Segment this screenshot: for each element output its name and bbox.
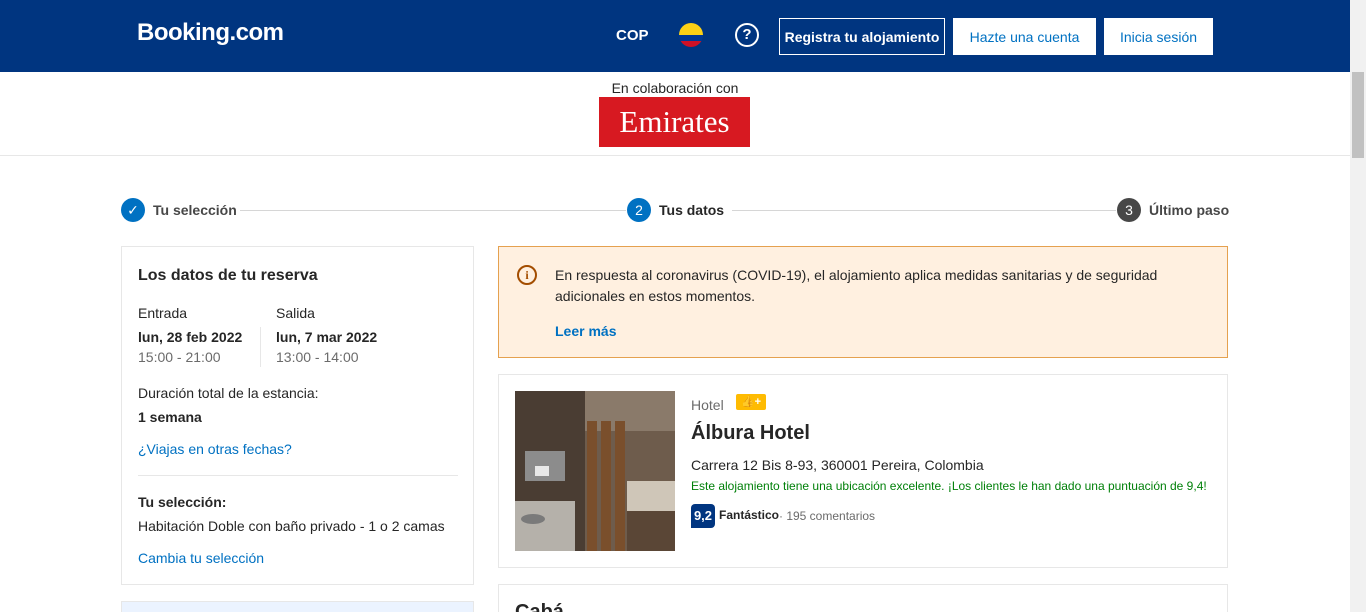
covid-notice: i En respuesta al coronavirus (COVID-19)… [498,246,1228,358]
price-summary-card [121,601,474,612]
section-divider [138,475,458,476]
change-selection-link[interactable]: Cambia tu selección [138,550,264,566]
partner-text: En colaboración con [611,80,739,96]
info-icon: i [517,265,537,285]
register-property-button[interactable]: Registra tu alojamiento [779,18,945,55]
review-score-badge: 9,2 [691,504,715,528]
step-1-check-icon: ✓ [121,198,145,222]
emirates-logo: Emirates [599,97,750,147]
hotel-photo [515,391,675,551]
booking-logo[interactable]: Booking.com [137,19,284,47]
review-count: · 195 comentarios [779,509,876,523]
read-more-link[interactable]: Leer más [555,323,616,339]
checkout-date: lun, 7 mar 2022 [276,329,378,345]
notice-text: En respuesta al coronavirus (COVID-19), … [555,267,1158,304]
location-rating-note: Este alojamiento tiene una ubicación exc… [691,479,1207,493]
duration-value: 1 semana [138,409,202,425]
login-button[interactable]: Inicia sesión [1104,18,1213,55]
hotel-address: Carrera 12 Bis 8-93, 360001 Pereira, Col… [691,457,984,473]
step-2-label: Tus datos [659,202,725,218]
step-3-label: Último paso [1149,202,1230,218]
checkin-label: Entrada [138,305,188,321]
help-icon[interactable]: ? [735,23,759,47]
review-score-word: Fantástico [719,508,780,522]
scrollbar-thumb[interactable] [1352,72,1364,158]
thumbs-up-icon[interactable]: 👍+ [736,394,766,410]
step-3-number: 3 [1117,198,1141,222]
hotel-name: Álbura Hotel [691,422,810,444]
top-navigation-bar: Booking.com COP ? Registra tu alojamient… [0,0,1350,72]
checkout-label: Salida [276,305,315,321]
create-account-button[interactable]: Hazte una cuenta [953,18,1096,55]
colombia-flag-icon[interactable] [679,23,703,47]
next-section-card: Cabá... [498,584,1228,612]
booking-details-title: Los datos de tu reserva [138,267,318,284]
checkout-time: 13:00 - 14:00 [276,349,359,365]
selection-label: Tu selección: [138,494,227,510]
hotel-summary-card: Hotel 👍+ Álbura Hotel Carrera 12 Bis 8-9… [498,374,1228,568]
step-connector [732,210,1116,211]
currency-selector[interactable]: COP [616,27,649,44]
other-dates-link[interactable]: ¿Viajas en otras fechas? [138,441,292,457]
booking-details-card: Los datos de tu reserva Entrada lun, 28 … [121,246,474,585]
selection-value: Habitación Doble con baño privado - 1 o … [138,518,445,534]
page-scrollbar[interactable] [1350,0,1366,612]
next-section-title: Cabá... [515,601,581,612]
step-1-label[interactable]: Tu selección [153,202,237,218]
step-connector [240,210,626,211]
property-type: Hotel [691,397,724,413]
duration-label: Duración total de la estancia: [138,385,319,401]
step-2-number: 2 [627,198,651,222]
partner-banner: En colaboración con Emirates [0,72,1350,156]
date-divider [260,327,261,367]
checkin-date: lun, 28 feb 2022 [138,329,243,345]
checkin-time: 15:00 - 21:00 [138,349,221,365]
